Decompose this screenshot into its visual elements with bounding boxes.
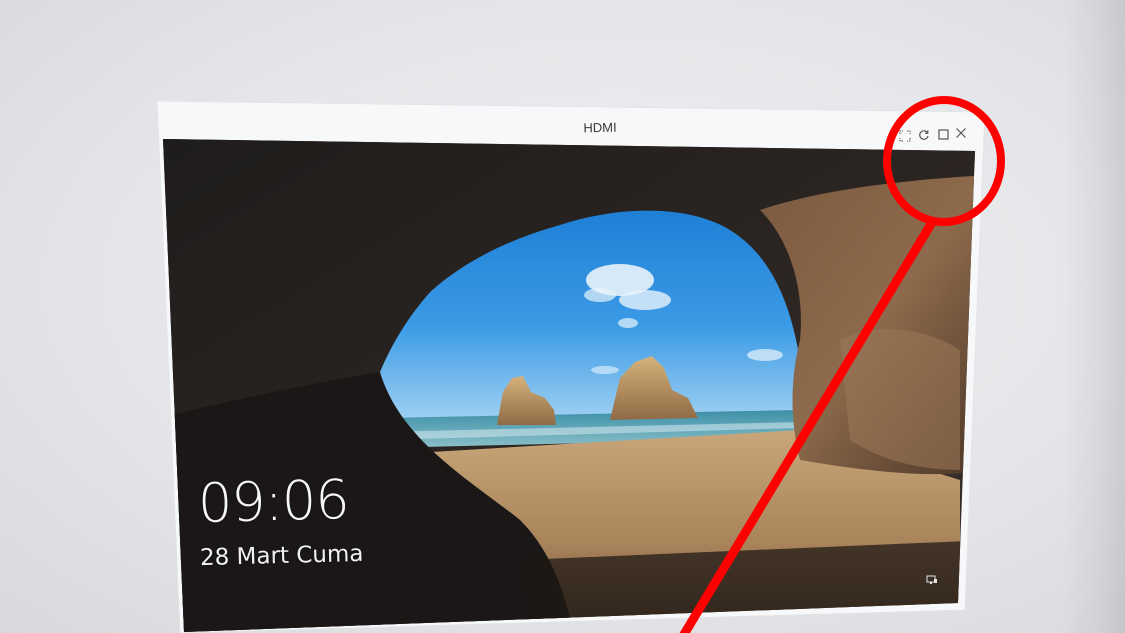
hdmi-window-frame bbox=[156, 100, 986, 633]
expand-icon-glyph bbox=[899, 130, 911, 142]
close-icon-glyph bbox=[956, 128, 966, 138]
lockscreen-time: 09:06 bbox=[197, 468, 350, 535]
window-title: HDMI bbox=[583, 119, 617, 136]
monitor-screen: HDMI 09:06 28 Mart Cuma bbox=[0, 0, 1125, 633]
network-icon[interactable] bbox=[926, 570, 938, 584]
hdmi-window: HDMI 09:06 28 Mart Cuma bbox=[0, 0, 1125, 633]
network-icon-glyph bbox=[926, 575, 937, 584]
close-icon[interactable] bbox=[954, 126, 968, 140]
expand-icon[interactable] bbox=[898, 129, 912, 143]
rotate-icon-glyph bbox=[919, 130, 929, 140]
rotate-icon[interactable] bbox=[917, 128, 931, 142]
maximize-icon[interactable] bbox=[936, 127, 950, 141]
lockscreen-date: 28 Mart Cuma bbox=[199, 540, 364, 572]
maximize-icon-glyph bbox=[937, 128, 949, 140]
